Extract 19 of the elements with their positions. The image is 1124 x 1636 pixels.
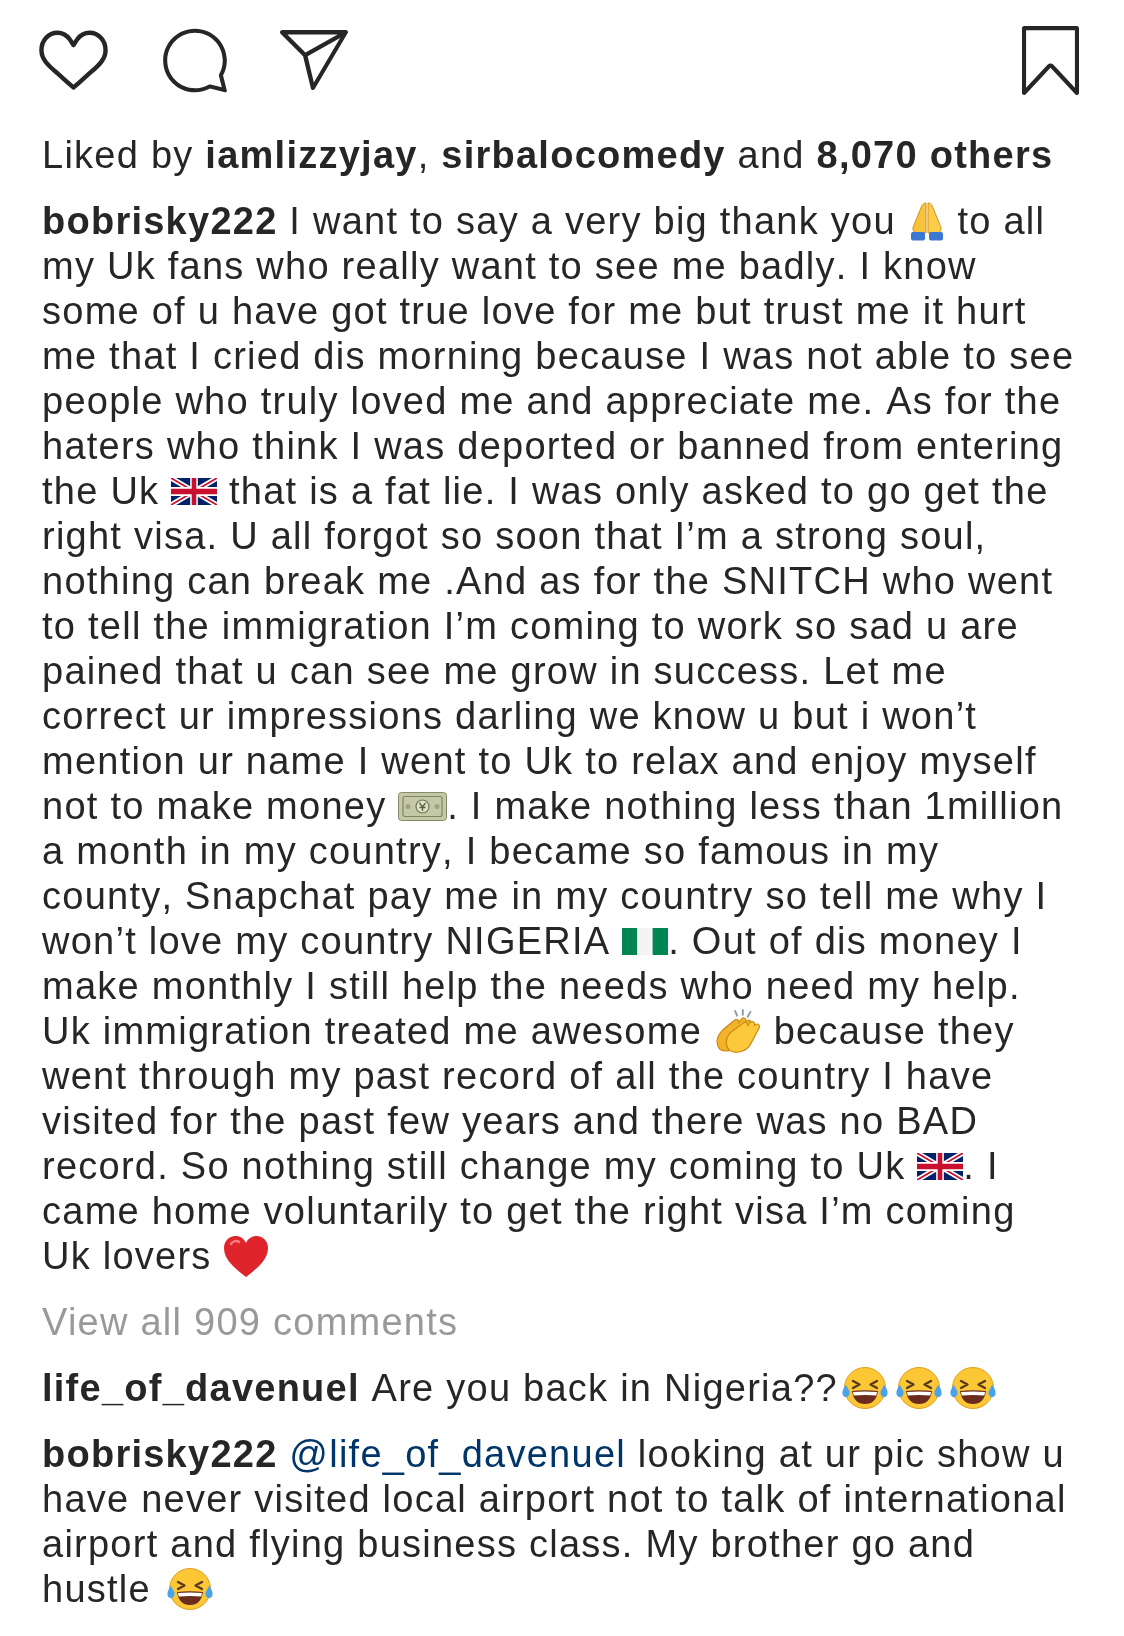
caption-text: bobrisky222 I want to say a very big thank you to all my Uk fans who really want to see me badly. I know some of u have got true love for me but trust me it hurt me that I cried dis morning because I was not able to see people who truly loved me and appreciate me. As for the haters who think I was deported or banned from entering the Uk that is a fat lie. I was only asked to go get the right visa. U all forgot so soon that I’m a strong soul, nothing can break me .And as for the SNITCH who went to tell the immigration I’m coming to work so sad u are pained that u can see me grow in success. Let me correct ur impressions darling we know u but i won’t mention ur name I went to Uk to relax and enjoy myself not to make money . I make nothing less than 1million a month in my country, I became so famous in my county, Snapchat pay me in my country so tell me why I won’t love my country NIGERIA . Out of dis money I make monthly I still help the needs who need my help. Uk immigration treated me awesome because they went through my past record of all the country I have visited for the past few years and there was no BAD record. So nothing still change my coming to Uk . I came home voluntarily to get the right visa I’m coming Uk lovers — [42, 199, 1076, 1279]
tears-of-joy-icon — [894, 1366, 943, 1410]
bookmark-icon[interactable] — [1022, 25, 1079, 95]
comment-icon[interactable] — [162, 27, 228, 93]
banknote-icon — [398, 791, 448, 821]
tears-of-joy-icon — [165, 1567, 214, 1611]
nigeria-flag-icon — [622, 927, 669, 955]
likes-summary: Liked by iamlizzyjay, sirbalocomedy and 8,070 others — [42, 133, 1055, 178]
paper-plane-icon[interactable] — [280, 30, 348, 90]
heart-emoji-icon — [223, 1234, 270, 1278]
tears-of-joy-icon — [840, 1366, 889, 1410]
heart-icon[interactable] — [39, 30, 108, 90]
tears-of-joy-icon — [948, 1366, 997, 1410]
comment-text: bobrisky222 @life_of_davenuel looking at ur pic show u have never visited local airport not to talk of international airport and flying business class. My brother go and hustle — [42, 1432, 1068, 1612]
uk-flag-icon — [171, 477, 218, 505]
uk-flag-icon — [917, 1152, 964, 1180]
clapping-hands-icon — [713, 1009, 762, 1053]
mention-link[interactable]: @life_of_davenuel — [289, 1433, 626, 1475]
comment-text: life_of_davenuel Are you back in Nigeria?? — [42, 1366, 1076, 1411]
